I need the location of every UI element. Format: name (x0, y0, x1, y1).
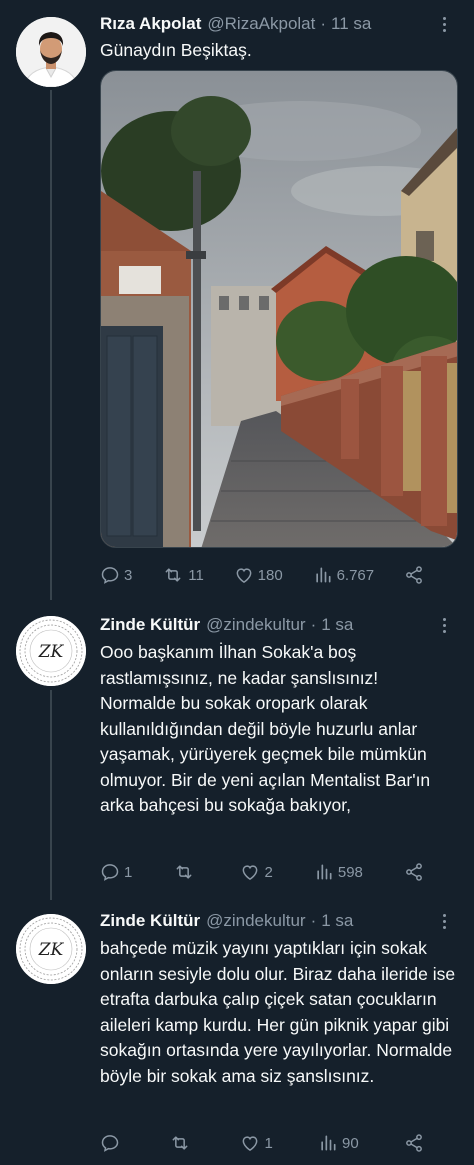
views-icon (315, 567, 331, 583)
separator-dot: · (320, 14, 327, 33)
views-count: 598 (337, 863, 363, 881)
logo-monogram: ZK (38, 940, 65, 960)
tweet-3[interactable]: ZK Zinde Kültür @zindekultur · 1 sa bahç… (0, 900, 474, 1165)
reply-button[interactable]: 1 (100, 857, 132, 887)
retweet-button[interactable] (173, 857, 199, 887)
like-count: 180 (257, 566, 283, 584)
retweet-button[interactable] (169, 1128, 195, 1158)
tweet-actions: 1 2 598 (100, 857, 424, 887)
tweet-time[interactable]: 1 sa (321, 615, 353, 635)
like-button[interactable]: 180 (234, 560, 283, 590)
share-button[interactable] (404, 1128, 424, 1158)
views-count: 90 (342, 1134, 359, 1152)
tweet-text: Ooo başkanım İlhan Sokak'a boş rastlamış… (100, 642, 431, 815)
share-icon (406, 566, 422, 584)
tweet-time[interactable]: 11 sa (331, 14, 371, 34)
views-icon (317, 864, 332, 880)
more-icon[interactable] (434, 910, 454, 932)
tweet-header: Rıza Akpolat @RizaAkpolat · 11 sa (100, 11, 460, 37)
views-count: 6.767 (336, 566, 375, 584)
avatar-zinde-kultur[interactable]: ZK (16, 616, 86, 686)
like-button[interactable]: 2 (240, 857, 273, 887)
views-icon (321, 1135, 336, 1151)
tweet-text: Günaydın Beşiktaş. (100, 40, 252, 60)
reply-icon (101, 567, 119, 584)
reply-button[interactable]: 3 (100, 560, 132, 590)
share-icon (406, 1134, 422, 1152)
reply-icon (101, 1135, 119, 1152)
reply-count: 1 (124, 863, 133, 881)
tweet-1[interactable]: Rıza Akpolat @RizaAkpolat · 11 sa Günayd… (0, 0, 474, 600)
author-handle[interactable]: @RizaAkpolat (207, 14, 315, 34)
retweet-count: 11 (188, 566, 204, 584)
thread-connector (50, 90, 52, 600)
like-button[interactable]: 1 (240, 1128, 273, 1158)
tweet-header: Zinde Kültür @zindekultur · 1 sa (100, 908, 460, 934)
share-icon (406, 863, 422, 881)
tweet-actions: 1 90 (100, 1128, 424, 1158)
reply-count: 3 (124, 566, 133, 584)
author-name[interactable]: Rıza Akpolat (100, 14, 201, 34)
separator-dot: · (310, 911, 317, 930)
like-icon (236, 568, 252, 583)
tweet-2[interactable]: ZK Zinde Kültür @zindekultur · 1 sa Ooo … (0, 600, 474, 900)
like-count: 1 (264, 1134, 273, 1152)
share-button[interactable] (404, 560, 424, 590)
tweet-photo-street[interactable] (100, 70, 458, 548)
thread-connector (50, 690, 52, 900)
like-count: 2 (264, 863, 273, 881)
author-name[interactable]: Zinde Kültür (100, 615, 200, 635)
retweet-icon (165, 568, 181, 582)
tweet-actions: 3 11 180 6.767 (100, 560, 424, 590)
author-handle[interactable]: @zindekultur (206, 911, 305, 931)
more-icon[interactable] (434, 614, 454, 636)
views-button[interactable]: 90 (318, 1128, 359, 1158)
tweet-time[interactable]: 1 sa (321, 911, 353, 931)
tweet-header: Zinde Kültür @zindekultur · 1 sa (100, 612, 460, 638)
views-button[interactable]: 6.767 (313, 560, 375, 590)
reply-icon (101, 864, 119, 881)
views-button[interactable]: 598 (314, 857, 363, 887)
tweet-text: bahçede müzik yayını yaptıkları için sok… (100, 938, 456, 1086)
separator-dot: · (310, 615, 317, 634)
avatar-riza-akpolat[interactable] (16, 17, 86, 87)
avatar-zinde-kultur[interactable]: ZK (16, 914, 86, 984)
logo-monogram: ZK (38, 642, 65, 662)
reply-button[interactable] (100, 1128, 124, 1158)
author-name[interactable]: Zinde Kültür (100, 911, 200, 931)
author-handle[interactable]: @zindekultur (206, 615, 305, 635)
retweet-icon (172, 1136, 188, 1150)
like-icon (243, 865, 258, 880)
more-icon[interactable] (434, 13, 454, 35)
like-icon (243, 1136, 258, 1151)
share-button[interactable] (404, 857, 424, 887)
retweet-button[interactable]: 11 (162, 560, 204, 590)
retweet-icon (176, 865, 192, 879)
